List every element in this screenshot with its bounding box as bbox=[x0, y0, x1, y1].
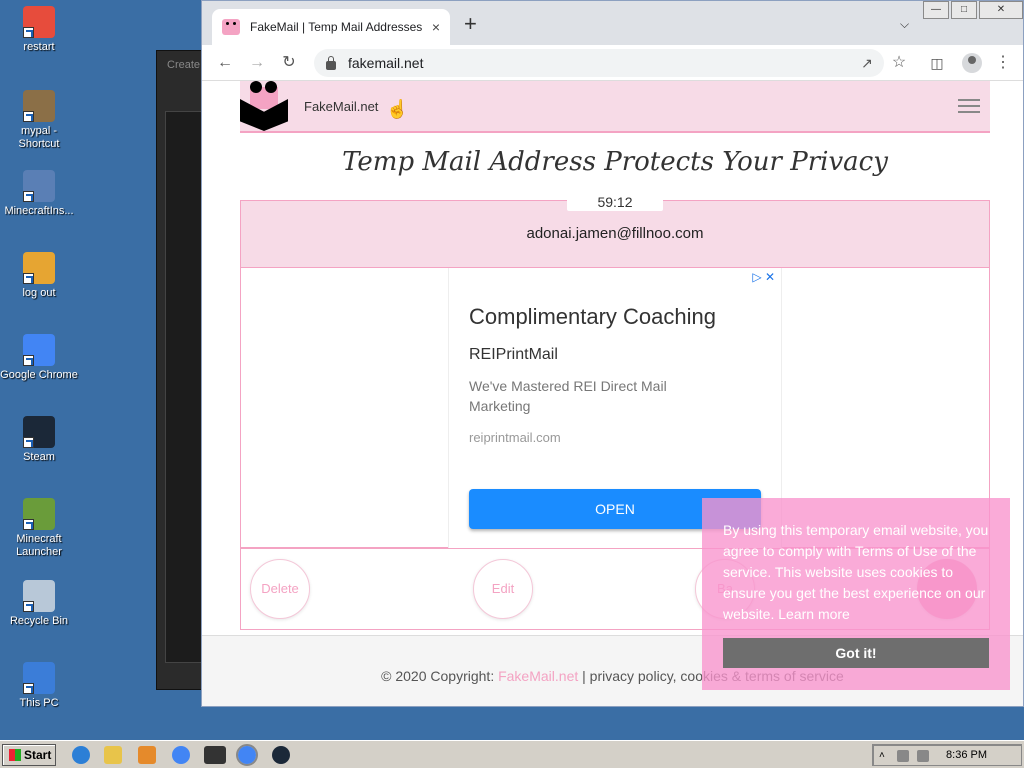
restart-icon bbox=[23, 6, 55, 38]
side-panel-icon[interactable]: ◫ bbox=[926, 52, 948, 74]
new-tab-button[interactable]: + bbox=[464, 13, 477, 35]
ad-choices-icon[interactable]: ▷ ✕ bbox=[752, 270, 775, 284]
site-brand-link[interactable]: FakeMail.net bbox=[304, 99, 378, 114]
ad-title[interactable]: Complimentary Coaching bbox=[469, 304, 716, 330]
chrome-icon bbox=[23, 334, 55, 366]
reload-icon[interactable]: ↻ bbox=[278, 52, 300, 74]
site-header: FakeMail.net ☝ bbox=[240, 81, 990, 133]
desktop-icon-label: Steam bbox=[23, 451, 55, 463]
tray-expand-icon[interactable]: ˄ bbox=[879, 750, 891, 762]
desktop-icon-label: Recycle Bin bbox=[9, 615, 69, 627]
ad-description: We've Mastered REI Direct Mail Marketing bbox=[469, 378, 667, 414]
media-taskbar-icon[interactable] bbox=[138, 746, 156, 764]
network-icon[interactable] bbox=[897, 750, 909, 762]
hamburger-menu-icon[interactable] bbox=[958, 99, 980, 113]
address-bar[interactable]: fakemail.net bbox=[314, 49, 884, 77]
desktop-icon-label: restart bbox=[23, 41, 55, 53]
chrome-active-taskbar-icon[interactable] bbox=[236, 744, 258, 766]
share-icon[interactable]: ↗ bbox=[856, 52, 878, 74]
desktop-recycle-bin[interactable]: Recycle Bin bbox=[0, 580, 78, 628]
fakemail-favicon-icon bbox=[222, 19, 240, 35]
minecraft-installer-icon bbox=[23, 170, 55, 202]
volume-icon[interactable] bbox=[917, 750, 929, 762]
delete-button[interactable]: Delete bbox=[250, 559, 310, 619]
page-title: Temp Mail Address Protects Your Privacy bbox=[342, 147, 888, 177]
email-address-box: 59:12 adonai.jamen@fillnoo.com bbox=[240, 193, 990, 268]
desktop-icon-label: Google Chrome bbox=[0, 369, 78, 381]
system-tray: ˄ 8:36 PM bbox=[872, 744, 1022, 766]
minimize-button[interactable]: — bbox=[923, 1, 949, 19]
cookie-accept-button[interactable]: Got it! bbox=[723, 638, 989, 668]
ie-taskbar-icon[interactable] bbox=[72, 746, 90, 764]
start-label: Start bbox=[24, 748, 52, 762]
maximize-button[interactable]: □ bbox=[951, 1, 977, 19]
desktop-minecraft-installer[interactable]: MinecraftIns... bbox=[0, 170, 78, 218]
desktop-minecraft-launcher[interactable]: Minecraft Launcher bbox=[0, 498, 78, 559]
learn-more-link[interactable]: Learn more bbox=[778, 606, 850, 622]
cookie-banner: By using this temporary email website, y… bbox=[702, 498, 1010, 690]
browser-toolbar: ← → ↻ fakemail.net ↗ ☆ ◫ ⋮ bbox=[202, 45, 1023, 81]
windows-flag-icon bbox=[9, 749, 21, 761]
desktop-logout[interactable]: log out bbox=[0, 252, 78, 300]
desktop-chrome[interactable]: Google Chrome bbox=[0, 334, 78, 382]
taskbar: Start ˄ 8:36 PM bbox=[0, 740, 1024, 768]
desktop-steam[interactable]: Steam bbox=[0, 416, 78, 464]
bookmark-star-icon[interactable]: ☆ bbox=[888, 52, 910, 74]
tab-bar: FakeMail | Temp Mail Addresses × + ⌵ — □… bbox=[202, 1, 1023, 45]
explorer-taskbar-icon[interactable] bbox=[104, 746, 122, 764]
ad-advertiser[interactable]: REIPrintMail bbox=[469, 346, 558, 364]
7zip-taskbar-icon[interactable] bbox=[204, 746, 226, 764]
edit-button[interactable]: Edit bbox=[473, 559, 533, 619]
desktop-icon-label: MinecraftIns... bbox=[4, 205, 74, 217]
window-controls: — □ ✕ bbox=[921, 1, 1023, 19]
desktop-icon-label: Minecraft Launcher bbox=[16, 533, 62, 558]
tab-search-chevron-icon[interactable]: ⌵ bbox=[900, 17, 909, 32]
desktop-icon-label: log out bbox=[22, 287, 56, 299]
desktop-this-pc[interactable]: This PC bbox=[0, 662, 78, 710]
email-address[interactable]: adonai.jamen@fillnoo.com bbox=[241, 225, 989, 242]
desktop-mypal[interactable]: mypal - Shortcut bbox=[0, 90, 78, 151]
ad-url: reiprintmail.com bbox=[469, 430, 561, 445]
tab-fakemail[interactable]: FakeMail | Temp Mail Addresses × bbox=[212, 9, 450, 45]
recycle-bin-icon bbox=[23, 580, 55, 612]
minecraft-launcher-icon bbox=[23, 498, 55, 530]
chrome-taskbar-icon[interactable] bbox=[172, 746, 190, 764]
fakemail-logo-icon[interactable] bbox=[240, 81, 288, 131]
steam-taskbar-icon[interactable] bbox=[272, 746, 290, 764]
back-arrow-icon[interactable]: ← bbox=[214, 52, 236, 74]
tab-close-icon[interactable]: × bbox=[432, 19, 440, 35]
cookie-message: By using this temporary email website, y… bbox=[723, 520, 993, 625]
forward-arrow-icon[interactable]: → bbox=[246, 52, 268, 74]
start-button[interactable]: Start bbox=[2, 744, 56, 766]
mypal-icon bbox=[23, 90, 55, 122]
lock-icon[interactable] bbox=[326, 55, 336, 70]
hand-cursor-icon: ☝ bbox=[386, 99, 409, 119]
logout-icon bbox=[23, 252, 55, 284]
footer-brand-link[interactable]: FakeMail.net bbox=[498, 668, 578, 684]
desktop-restart[interactable]: restart bbox=[0, 6, 78, 54]
countdown-timer: 59:12 bbox=[567, 193, 663, 211]
cookie-message-text: By using this temporary email website, y… bbox=[723, 522, 989, 622]
this-pc-icon bbox=[23, 662, 55, 694]
menu-dots-icon[interactable]: ⋮ bbox=[992, 52, 1014, 74]
desktop-icon-label: This PC bbox=[19, 697, 59, 709]
footer-copyright: © 2020 Copyright: bbox=[381, 668, 499, 684]
url-text: fakemail.net bbox=[348, 55, 424, 71]
tab-title: FakeMail | Temp Mail Addresses bbox=[250, 20, 423, 34]
close-window-button[interactable]: ✕ bbox=[979, 1, 1023, 19]
clock[interactable]: 8:36 PM bbox=[946, 749, 987, 761]
desktop-icon-label: mypal - Shortcut bbox=[18, 125, 60, 150]
steam-icon bbox=[23, 416, 55, 448]
profile-avatar-icon[interactable] bbox=[962, 53, 982, 73]
